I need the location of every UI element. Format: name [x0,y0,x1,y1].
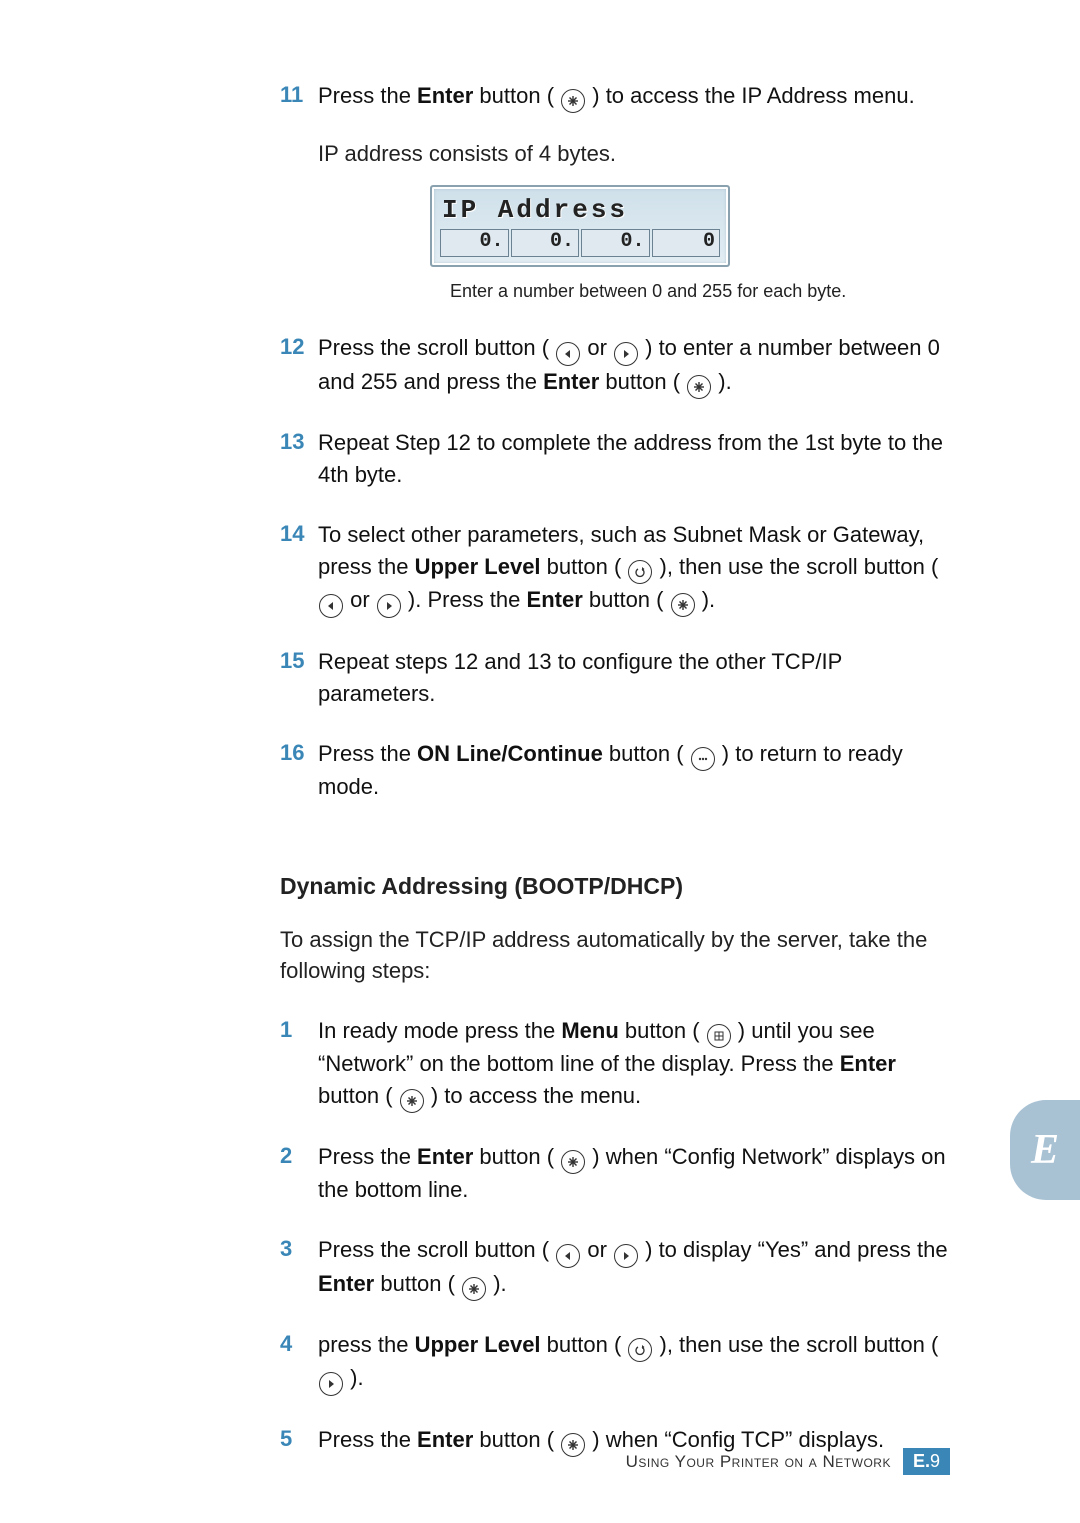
instruction-step: 2Press the Enter button ( ) when “Config… [280,1141,950,1206]
step-number: 2 [280,1141,318,1171]
instruction-step: 15Repeat steps 12 and 13 to configure th… [280,646,950,710]
asterisk-icon [400,1089,424,1113]
bold-term: Upper Level [415,554,541,579]
step-subnote: IP address consists of 4 bytes. [318,141,950,167]
bold-term: Enter [543,369,599,394]
lcd-segment: 0 [652,229,721,257]
section-heading: Dynamic Addressing (BOOTP/DHCP) [280,873,950,900]
instruction-step: 1In ready mode press the Menu button ( )… [280,1015,950,1113]
bold-term: Enter [840,1051,896,1076]
dots-icon [691,747,715,771]
step-number: 16 [280,738,318,768]
step-number: 5 [280,1424,318,1454]
lcd-display: IP Address0.0.0.0 [430,185,730,267]
step-text: Repeat Step 12 to complete the address f… [318,427,950,491]
triangle-right-icon [377,594,401,618]
page-footer: Using Your Printer on a Network E.9 [626,1448,950,1475]
chapter-tab: E [1010,1100,1080,1200]
bold-term: Enter [527,587,583,612]
instruction-step: 3Press the scroll button ( or ) to displ… [280,1234,950,1301]
step-number: 15 [280,646,318,676]
bold-term: ON Line/Continue [417,741,603,766]
instruction-step: 4press the Upper Level button ( ), then … [280,1329,950,1396]
lcd-segment: 0. [581,229,650,257]
triangle-left-icon [556,342,580,366]
bold-term: Enter [417,83,473,108]
triangle-right-icon [614,1244,638,1268]
bold-term: Upper Level [415,1332,541,1357]
lcd-line1: IP Address [438,193,722,227]
instruction-step: 13Repeat Step 12 to complete the address… [280,427,950,491]
step-text: In ready mode press the Menu button ( ) … [318,1015,950,1113]
step-number: 14 [280,519,318,549]
lcd-segment: 0. [511,229,580,257]
step-number: 3 [280,1234,318,1264]
section-intro: To assign the TCP/IP address automatical… [280,924,950,988]
step-text: Press the ON Line/Continue button ( ) to… [318,738,950,803]
step-number: 11 [280,80,318,110]
instruction-step: 12Press the scroll button ( or ) to ente… [280,332,950,399]
step-text: Press the scroll button ( or ) to enter … [318,332,950,399]
triangle-right-icon [319,1372,343,1396]
document-page: 11Press the Enter button ( ) to access t… [0,0,1080,1523]
page-number: 9 [930,1451,940,1471]
step-text: Press the scroll button ( or ) to displa… [318,1234,950,1301]
step-text: press the Upper Level button ( ), then u… [318,1329,950,1396]
bold-term: Enter [417,1427,473,1452]
return-arrow-icon [628,1338,652,1362]
bold-term: Menu [561,1018,618,1043]
grid-icon [707,1024,731,1048]
page-prefix: E. [913,1451,930,1471]
lcd-line2: 0.0.0.0 [438,227,722,259]
triangle-right-icon [614,342,638,366]
step-text: Repeat steps 12 and 13 to configure the … [318,646,950,710]
asterisk-icon [561,1433,585,1457]
step-text: Press the Enter button ( ) when “Config … [318,1141,950,1206]
step-number: 13 [280,427,318,457]
instruction-step: 11Press the Enter button ( ) to access t… [280,80,950,113]
asterisk-icon [671,593,695,617]
step-number: 1 [280,1015,318,1045]
step-number: 4 [280,1329,318,1359]
triangle-left-icon [556,1244,580,1268]
asterisk-icon [561,1150,585,1174]
asterisk-icon [687,375,711,399]
lcd-caption: Enter a number between 0 and 255 for eac… [450,279,950,304]
asterisk-icon [462,1277,486,1301]
return-arrow-icon [628,560,652,584]
asterisk-icon [561,89,585,113]
step-text: To select other parameters, such as Subn… [318,519,950,618]
bold-term: Enter [417,1144,473,1169]
footer-text: Using Your Printer on a Network [626,1452,891,1472]
lcd-segment: 0. [440,229,509,257]
page-number-box: E.9 [903,1448,950,1475]
step-number: 12 [280,332,318,362]
lcd-block: IP Address0.0.0.0Enter a number between … [280,185,950,304]
instruction-step: 14To select other parameters, such as Su… [280,519,950,618]
instruction-step: 16Press the ON Line/Continue button ( ) … [280,738,950,803]
bold-term: Enter [318,1271,374,1296]
triangle-left-icon [319,594,343,618]
step-text: Press the Enter button ( ) to access the… [318,80,915,113]
